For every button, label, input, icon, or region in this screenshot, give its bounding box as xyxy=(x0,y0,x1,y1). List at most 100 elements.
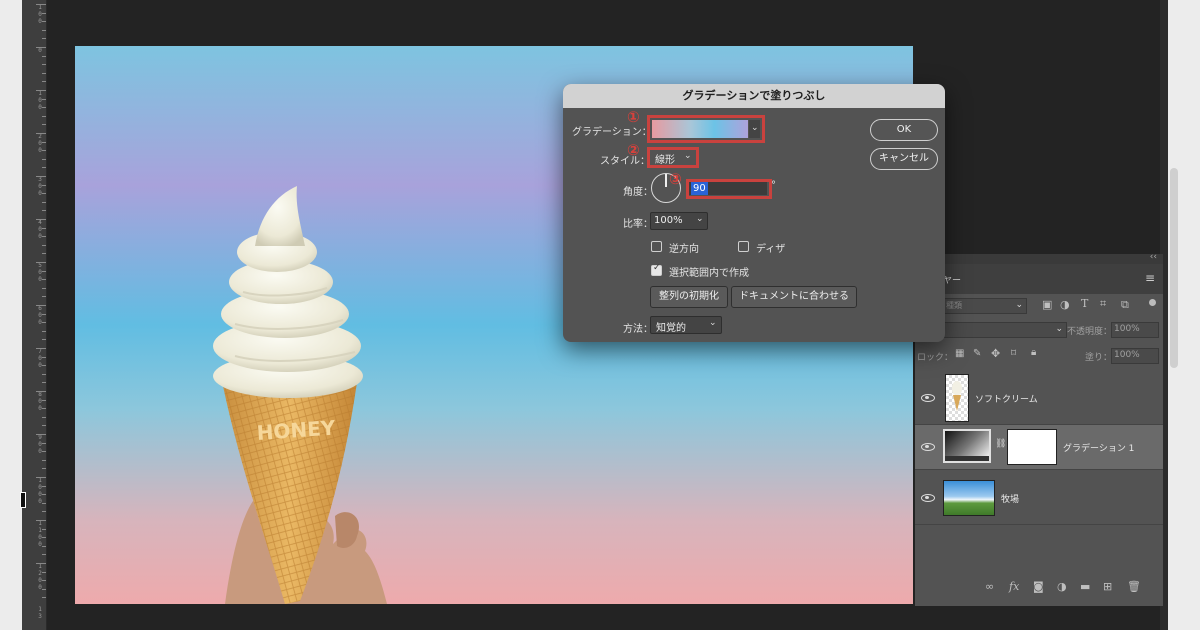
ruler-tick xyxy=(42,124,46,126)
fill-label: 塗り： xyxy=(1085,353,1113,363)
vertical-scrollbar[interactable] xyxy=(1170,168,1178,368)
chevron-down-icon: ⌄ xyxy=(751,123,759,133)
collapse-icon[interactable]: ‹‹ xyxy=(1150,252,1157,262)
ruler-tick xyxy=(42,451,46,453)
vertical-ruler: 1 0 001 0 02 0 03 0 04 0 05 0 06 0 07 0 … xyxy=(22,0,47,630)
link-icon[interactable]: ∞ xyxy=(985,580,994,593)
filter-toggle[interactable] xyxy=(1149,299,1156,306)
layer-row-gradient-1[interactable]: ⛓︎ グラデーション 1 xyxy=(915,425,1163,470)
chevron-down-icon: ⌄ xyxy=(696,214,704,224)
ruler-tick xyxy=(42,115,46,117)
ruler-tick xyxy=(36,47,46,48)
brush-icon[interactable]: ✎ xyxy=(973,348,981,359)
layer-mask-thumbnail[interactable] xyxy=(1007,429,1057,465)
ruler-tick xyxy=(42,72,46,74)
ruler-tick xyxy=(42,167,46,169)
ruler-tick xyxy=(42,287,46,289)
ruler-tick xyxy=(36,520,46,521)
ruler-tick xyxy=(42,356,46,358)
ruler-tick xyxy=(42,141,46,143)
tab-layers[interactable]: ヤー xyxy=(943,273,961,286)
opacity-field[interactable]: 100% xyxy=(1111,322,1159,338)
panel-tabs: ヤー ≡ xyxy=(915,264,1163,294)
ruler-label: 0 xyxy=(38,47,42,54)
ruler-tick xyxy=(36,4,46,5)
fx-icon[interactable]: fx xyxy=(1009,580,1019,593)
fill-field[interactable]: 100% xyxy=(1111,348,1159,364)
reset-alignment-button[interactable]: 整列の初期化 xyxy=(650,286,728,308)
ok-button[interactable]: OK xyxy=(870,119,938,141)
align-with-layer-checkbox[interactable]: ✓ xyxy=(651,263,662,276)
annotation-1: ① xyxy=(627,108,640,126)
angle-input[interactable]: 90 xyxy=(689,182,767,195)
gradient-fill-thumbnail xyxy=(943,429,991,463)
folder-icon[interactable]: ▬ xyxy=(1080,580,1090,593)
ruler-tick xyxy=(42,150,46,152)
ruler-label: 1 1 0 0 xyxy=(38,520,42,548)
eye-icon[interactable] xyxy=(921,394,935,402)
cancel-button[interactable]: キャンセル xyxy=(870,148,938,170)
ruler-tick xyxy=(42,21,46,23)
fit-to-document-button[interactable]: ドキュメントに合わせる xyxy=(731,286,857,308)
mask-icon[interactable]: ◙ xyxy=(1033,580,1044,593)
reverse-label: 逆方向 xyxy=(669,244,699,255)
ruler-tick xyxy=(42,64,46,66)
chevron-down-icon: ⌄ xyxy=(1015,300,1023,310)
trash-icon[interactable]: 🗑︎ xyxy=(1127,580,1141,593)
artboard-icon[interactable]: ⌑ xyxy=(1011,348,1016,359)
ruler-tick xyxy=(42,511,46,513)
gradient-fill-dialog: グラデーションで塗りつぶし グラデーション： ⌄ ① スタイル： 線形 ⌄ ② … xyxy=(563,84,945,342)
ruler-tick xyxy=(36,563,46,564)
left-edge xyxy=(0,0,22,630)
method-label: 方法： xyxy=(623,324,653,335)
ruler-tick xyxy=(42,279,46,281)
ruler-tick xyxy=(42,425,46,427)
adjustment-filter-icon[interactable]: ◑ xyxy=(1060,298,1070,311)
move-icon[interactable]: ✥ xyxy=(991,347,1000,360)
ruler-tick xyxy=(42,296,46,298)
eye-icon[interactable] xyxy=(921,494,935,502)
chevron-down-icon: ⌄ xyxy=(709,318,717,328)
scale-label: 比率： xyxy=(623,219,653,230)
method-select[interactable]: 知覚的 ⌄ xyxy=(650,316,722,334)
eye-icon[interactable] xyxy=(921,443,935,451)
ruler-tick xyxy=(42,459,46,461)
ruler-tick xyxy=(42,313,46,315)
new-layer-icon[interactable]: ⊞ xyxy=(1103,580,1112,593)
hamburger-icon[interactable]: ≡ xyxy=(1145,271,1155,285)
gradient-dropdown-toggle[interactable]: ⌄ xyxy=(749,120,760,138)
dither-checkbox[interactable] xyxy=(738,241,749,252)
layer-row-ranch[interactable]: 牧場 xyxy=(915,470,1163,525)
ruler-tick xyxy=(42,193,46,195)
dialog-title[interactable]: グラデーションで塗りつぶし xyxy=(563,84,945,108)
ruler-tick xyxy=(42,528,46,530)
ruler-tick xyxy=(42,468,46,470)
reverse-checkbox[interactable] xyxy=(651,241,662,252)
ruler-tick xyxy=(36,348,46,349)
ruler-tick xyxy=(42,253,46,255)
chain-link-icon[interactable]: ⛓︎ xyxy=(995,439,1006,449)
lock-icon[interactable]: 🔒︎ xyxy=(1031,347,1036,358)
lock-pixels-icon[interactable]: ▦ xyxy=(955,348,964,359)
layer-name: ソフトクリーム xyxy=(975,395,1038,405)
degree-symbol: ° xyxy=(771,180,776,191)
layer-row-soft-cream[interactable]: ソフトクリーム xyxy=(915,370,1163,425)
adjustment-icon[interactable]: ◑ xyxy=(1057,580,1067,593)
chevron-down-icon: ⌄ xyxy=(1055,324,1063,334)
smart-object-filter-icon[interactable]: ⧉ xyxy=(1121,298,1129,312)
type-filter-icon[interactable]: T xyxy=(1081,297,1088,310)
ruler-tick xyxy=(36,176,46,177)
layer-name: 牧場 xyxy=(1001,495,1020,505)
shape-filter-icon[interactable]: ⌗ xyxy=(1100,297,1106,311)
ruler-tick xyxy=(42,55,46,57)
scale-input[interactable]: 100% ⌄ xyxy=(650,212,708,230)
ruler-label: 1 0 0 0 xyxy=(38,477,42,505)
annotation-2: ② xyxy=(627,141,640,159)
ruler-tick xyxy=(36,90,46,91)
style-select[interactable]: 線形 ⌄ xyxy=(651,150,695,166)
image-filter-icon[interactable]: ▣ xyxy=(1042,298,1052,311)
ruler-tick xyxy=(36,305,46,306)
gradient-picker[interactable] xyxy=(652,120,748,138)
align-with-layer-label: 選択範囲内で作成 xyxy=(669,268,749,279)
ruler-tick xyxy=(42,201,46,203)
